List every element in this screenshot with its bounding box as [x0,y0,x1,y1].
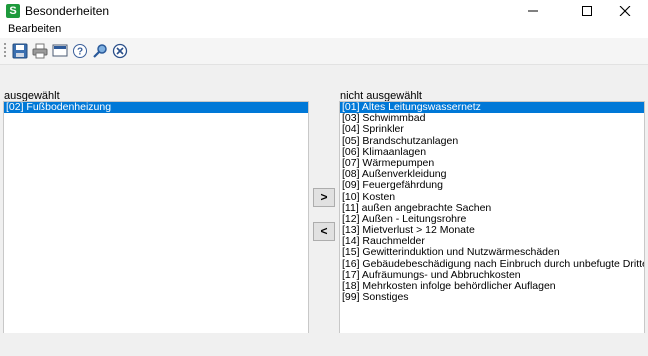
minimize-icon [528,10,538,12]
cancel-button[interactable] [112,43,128,59]
print-icon [32,43,48,59]
menu-bearbeiten[interactable]: Bearbeiten [8,23,61,35]
close-icon [619,6,631,16]
save-icon [12,43,28,59]
title-bar: S Besonderheiten [0,0,648,22]
search-button[interactable] [92,43,108,59]
help-icon: ? [73,44,87,58]
screen-button[interactable] [52,43,68,59]
list-item[interactable]: [10] Kosten [340,191,644,203]
menu-bar: Bearbeiten [0,22,648,38]
toolbar-grip-icon[interactable] [4,43,6,59]
print-button[interactable] [32,43,48,59]
list-item[interactable]: [15] Gewitterinduktion und Nutzwärmeschä… [340,247,644,258]
maximize-icon [582,6,592,16]
available-listbox[interactable]: [01] Altes Leitungswassernetz [03] Schwim… [339,101,645,334]
close-circle-icon [112,43,128,59]
svg-text:?: ? [77,47,83,58]
window-title: Besonderheiten [25,4,110,18]
selected-listbox[interactable]: [02] Fußbodenheizung [3,101,309,334]
app-logo-icon: S [6,4,20,18]
remove-selected-button[interactable]: < [313,222,335,241]
search-icon [93,44,107,58]
list-item[interactable]: [99] Sonstiges [340,291,644,303]
screen-icon [52,44,68,57]
add-selected-button[interactable]: > [313,188,335,207]
minimize-button[interactable] [510,0,556,22]
list-item[interactable]: [04] Sprinkler [340,124,644,135]
list-item[interactable]: [09] Feuergefährdung [340,180,644,191]
toolbar: ? [0,38,648,65]
list-item[interactable]: [02] Fußbodenheizung [4,102,308,114]
close-button[interactable] [602,0,648,22]
save-button[interactable] [12,43,28,59]
help-button[interactable]: ? [72,43,88,59]
status-strip [0,333,648,356]
